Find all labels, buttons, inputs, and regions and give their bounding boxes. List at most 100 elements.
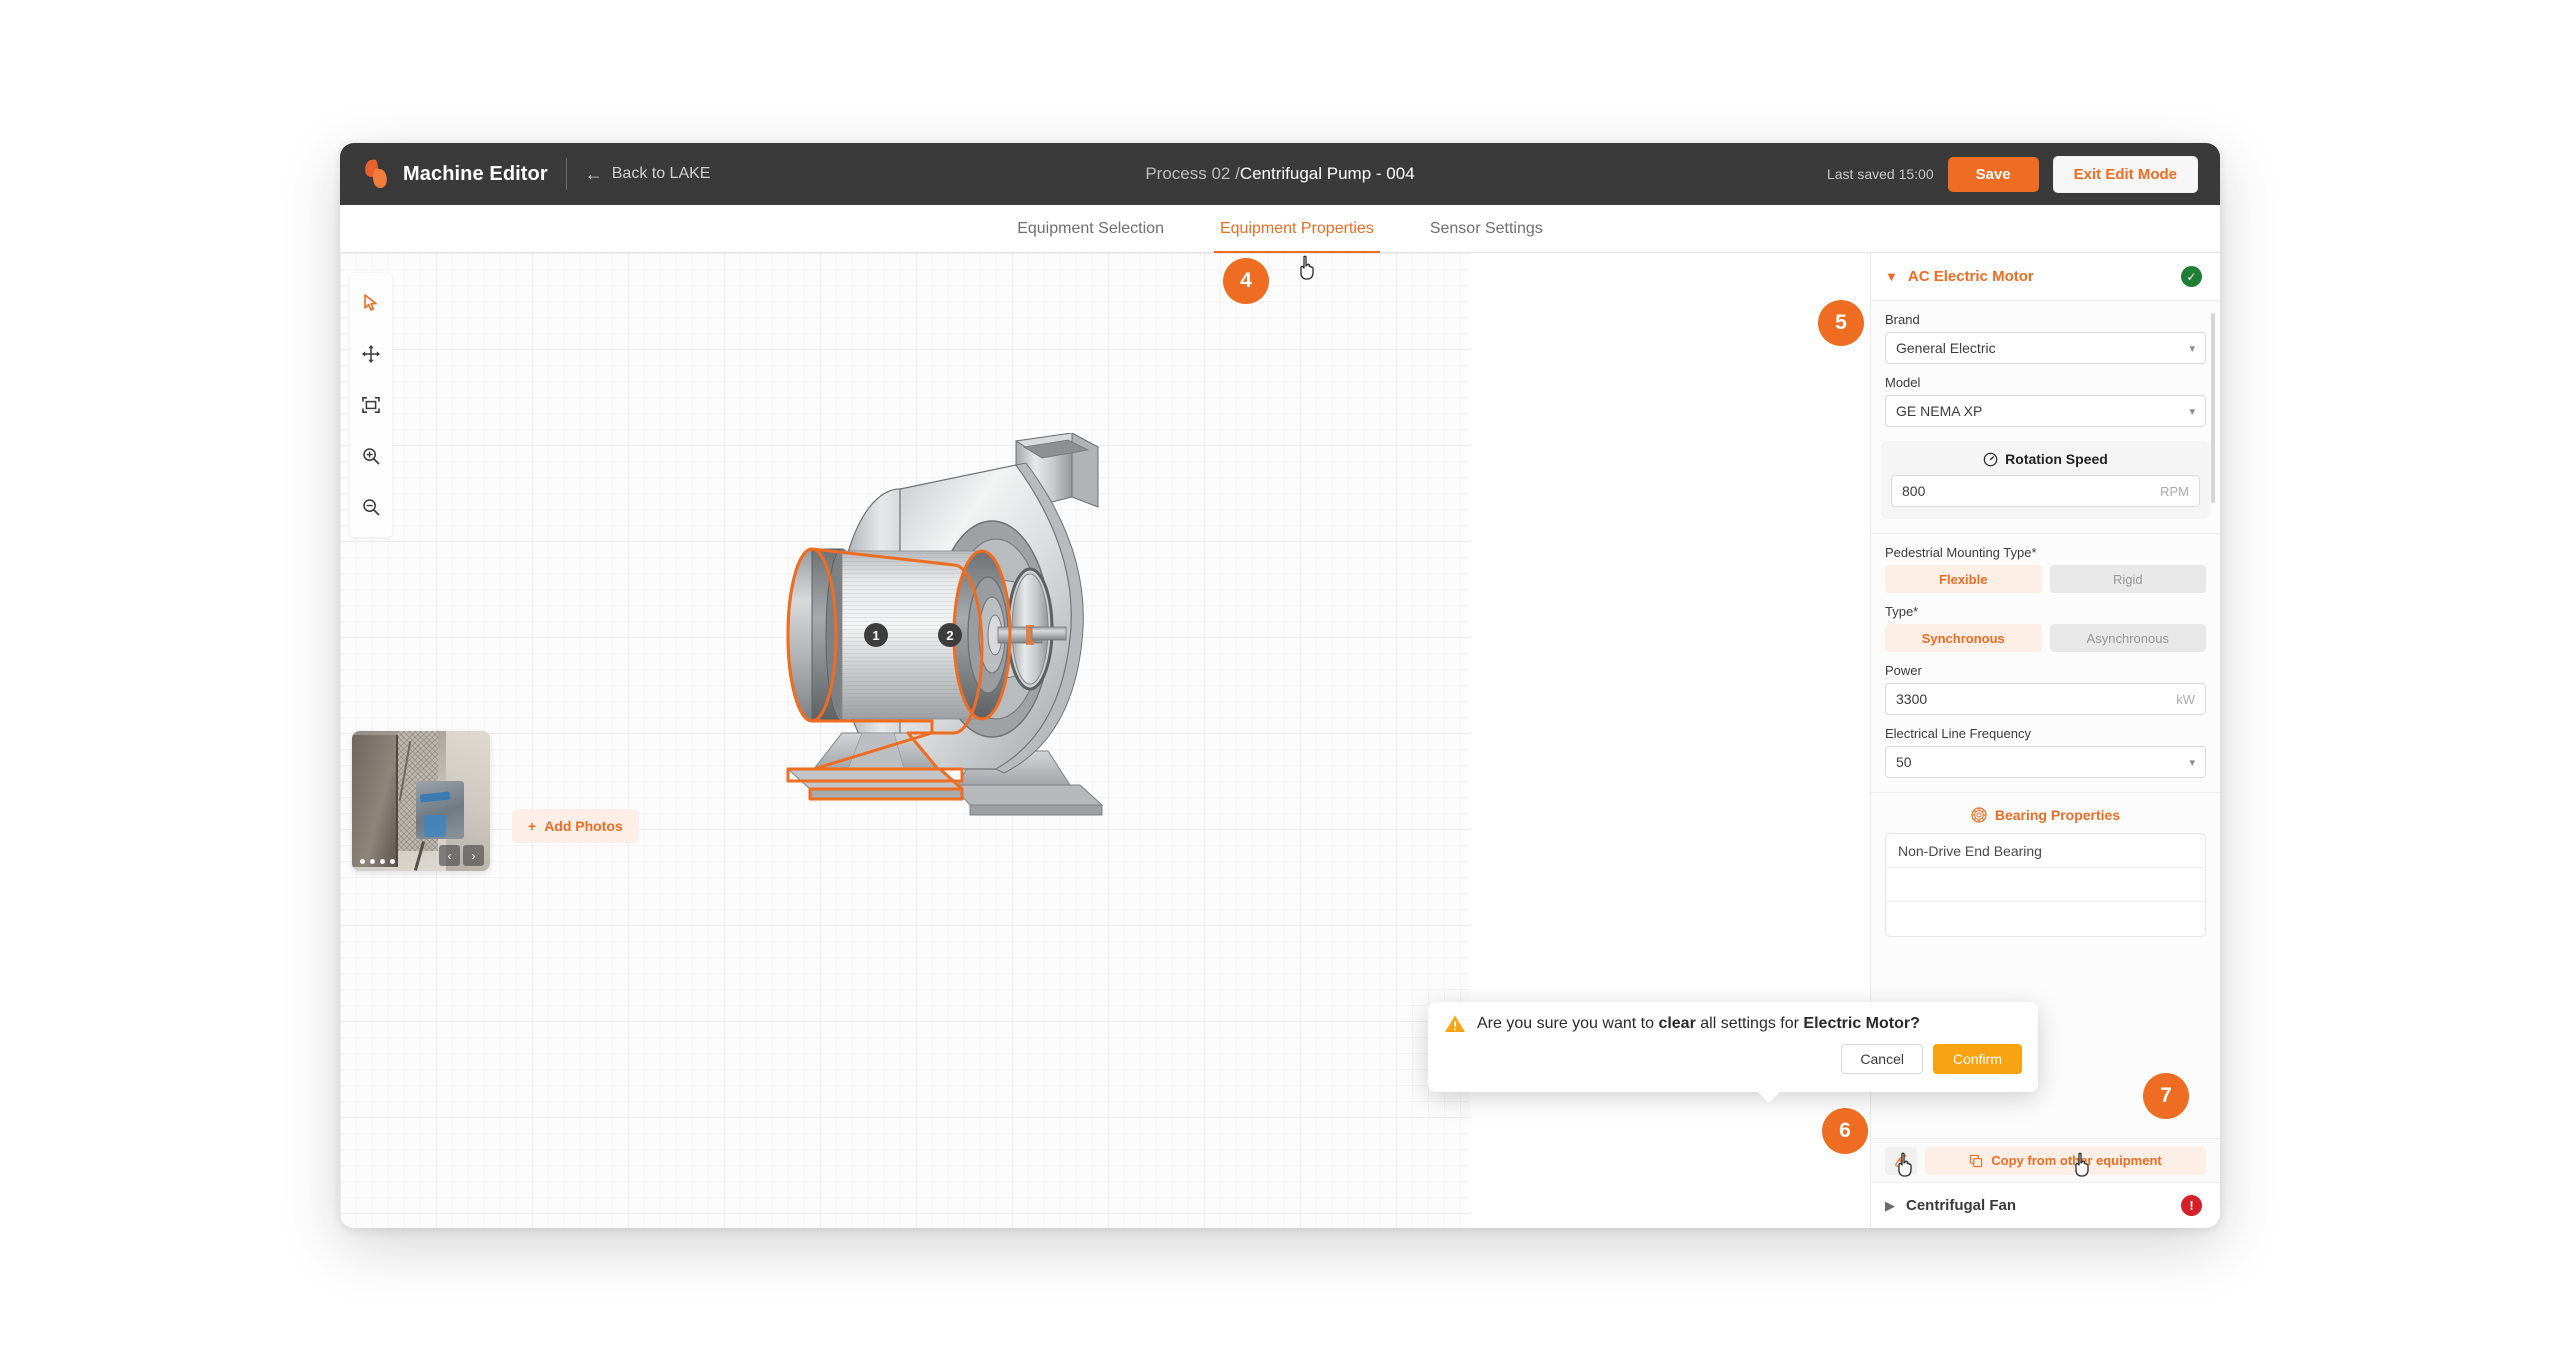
zoom-out-tool[interactable] [351,483,391,531]
mounting-type-segmented: Flexible Rigid [1885,565,2206,593]
step-badge-6: 6 [1822,1108,1868,1154]
tab-equipment-properties[interactable]: Equipment Properties [1213,205,1380,253]
frequency-field: Electrical Line Frequency 50 ▾ [1871,726,2220,778]
add-photos-button[interactable]: + Add Photos [512,809,639,843]
photo-prev-button[interactable]: ‹ [439,845,460,866]
divider [1871,533,2220,534]
cursor-select-icon [364,294,377,311]
gauge-icon [1983,452,1998,466]
app-title: Machine Editor [403,162,548,185]
brand-select[interactable]: General Electric ▾ [1885,332,2206,364]
divider [565,158,567,190]
clear-settings-button[interactable] [1885,1146,1917,1175]
zoom-out-icon [363,499,380,516]
confirm-dialog-actions: Cancel Confirm [1444,1044,2022,1074]
frequency-select[interactable]: 50 ▾ [1885,746,2206,778]
bearing-row[interactable] [1886,902,2205,936]
tab-bar: Equipment Selection Equipment Properties… [340,205,2220,253]
breadcrumb-current: Centrifugal Pump - 004 [1239,164,1415,183]
warning-triangle-icon [1445,1015,1465,1032]
confirm-text-equipment: Electric Motor? [1803,1015,1920,1032]
power-value: 3300 [1896,691,1928,707]
brand-area: Machine Editor [340,158,548,190]
chevron-right-icon: ▶ [1885,1197,1895,1213]
tab-sensor-settings[interactable]: Sensor Settings [1430,205,1543,253]
motor-marker-1: 1 [864,623,888,647]
mounting-option-rigid[interactable]: Rigid [2049,565,2206,593]
type-option-asynchronous[interactable]: Asynchronous [2049,624,2206,652]
rotation-speed-input[interactable]: 800 RPM [1891,475,2200,507]
copy-button-label: Copy from other equipment [1991,1153,2162,1168]
check-circle-icon: ✓ [2181,266,2202,287]
chevron-down-icon: ▾ [2189,342,2195,355]
equipment-diagram[interactable]: 1 2 [780,432,1400,853]
bearing-properties-header: Bearing Properties [1871,792,2220,833]
panel-scrollbar-thumb[interactable] [2211,313,2215,503]
power-unit: kW [2176,691,2195,707]
power-label: Power [1885,663,1922,678]
svg-text:1: 1 [872,628,879,643]
chevron-down-icon: ▾ [2189,405,2195,418]
photo-pagination-dots [360,859,395,864]
mounting-type-label: Pedestrial Mounting Type* [1885,545,2037,560]
chevron-down-icon: ▼ [1885,269,1898,284]
mounting-type-field: Pedestrial Mounting Type* Flexible Rigid [1871,545,2220,593]
model-select[interactable]: GE NEMA XP ▾ [1885,395,2206,427]
confirm-button[interactable]: Confirm [1932,1044,2022,1074]
broom-icon [1894,1153,1908,1168]
copy-icon [1970,1154,1983,1167]
back-to-lake-link[interactable]: ← Back to LAKE [585,165,711,183]
motor-marker-2: 2 [938,623,962,647]
exit-edit-mode-button[interactable]: Exit Edit Mode [2052,155,2198,193]
confirm-text-part2: all settings for [1695,1015,1804,1032]
step-badge-4: 4 [1223,258,1269,304]
confirm-text-clear: clear [1658,1015,1696,1032]
mounting-option-flexible[interactable]: Flexible [1885,565,2042,593]
rotation-speed-value: 800 [1902,483,1926,499]
tab-equipment-selection[interactable]: Equipment Selection [1017,205,1164,253]
step-badge-7: 7 [2143,1073,2189,1119]
frequency-label: Electrical Line Frequency [1885,726,2031,741]
copy-from-other-equipment-button[interactable]: Copy from other equipment [1925,1146,2206,1175]
zoom-in-tool[interactable] [351,432,391,480]
canvas-toolbar [350,273,392,537]
power-input[interactable]: 3300 kW [1885,683,2206,715]
bearing-row[interactable] [1886,868,2205,902]
topbar-actions: Last saved 15:00 Save Exit Edit Mode [1827,143,2198,205]
type-option-synchronous[interactable]: Synchronous [1885,624,2042,652]
chevron-down-icon: ▾ [2189,756,2195,769]
add-photos-label: Add Photos [544,818,623,834]
model-value: GE NEMA XP [1896,403,1983,419]
arrow-left-icon: ← [584,164,603,184]
equipment-canvas[interactable]: 1 2 ‹ › + Add Photos [340,253,1470,1228]
move-pan-icon [362,345,380,363]
rotation-speed-card: Rotation Speed 800 RPM [1881,441,2210,519]
photo-nav: ‹ › [439,845,484,866]
cursor-select-tool[interactable] [351,279,391,327]
last-saved-status: Last saved 15:00 [1826,166,1934,182]
type-label: Type* [1885,604,1919,619]
type-field: Type* Synchronous Asynchronous [1871,604,2220,652]
equipment-photo-thumbnail[interactable]: ‹ › [352,731,490,871]
bearing-properties-title: Bearing Properties [1994,807,2121,823]
panel-header-ac-electric-motor[interactable]: ▼ AC Electric Motor ✓ [1871,253,2220,301]
model-label: Model [1885,375,1921,390]
bearing-row[interactable]: Non-Drive End Bearing [1886,834,2205,868]
save-button[interactable]: Save [1947,156,2039,192]
panel-header-centrifugal-fan[interactable]: ▶ Centrifugal Fan ! [1871,1182,2220,1228]
brand-label: Brand [1885,312,1920,327]
fit-to-screen-tool[interactable] [351,381,391,429]
app-logo-icon [362,158,392,190]
photo-next-button[interactable]: › [463,845,484,866]
power-field: Power 3300 kW [1871,663,2220,715]
type-segmented: Synchronous Asynchronous [1885,624,2206,652]
move-pan-tool[interactable] [351,330,391,378]
brand-value: General Electric [1896,340,1996,356]
cancel-button[interactable]: Cancel [1841,1044,1923,1074]
brand-field: Brand General Electric ▾ [1871,312,2220,364]
zoom-in-icon [363,448,380,465]
panel-title: AC Electric Motor [1907,268,2034,285]
step-badge-5: 5 [1818,300,1864,346]
bearing-icon [1971,807,1987,823]
fan-section-title: Centrifugal Fan [1906,1197,2017,1214]
